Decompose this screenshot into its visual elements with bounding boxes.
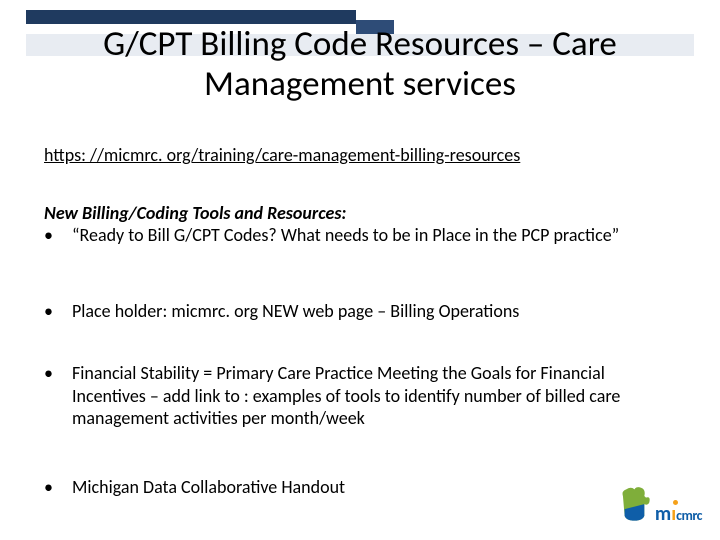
logo-letters-cmrc: cmrc [676, 507, 702, 524]
logo-i-dot [673, 500, 678, 505]
decor-bar-dark [26, 10, 356, 24]
michigan-mitten-icon [618, 484, 651, 526]
list-item: Michigan Data Collaborative Handout [44, 476, 674, 499]
section-heading: New Billing/Coding Tools and Resources: [44, 202, 684, 224]
list-item-text: “Ready to Bill G/CPT Codes? What needs t… [72, 224, 674, 247]
list-item: Place holder: micmrc. org NEW web page –… [44, 300, 674, 323]
list-item-text: Financial Stability = Primary Care Pract… [72, 362, 674, 430]
list-item-text: Michigan Data Collaborative Handout [72, 476, 674, 499]
logo-letter-i: ı [671, 502, 676, 526]
logo-text: m ı cmrc [655, 502, 702, 526]
resource-link[interactable]: https: //micmrc. org/training/care-manag… [44, 144, 684, 166]
logo-letter-m: m [655, 502, 671, 526]
slide: G/CPT Billing Code Resources – Care Mana… [0, 0, 720, 540]
logo-letter-i-wrap: ı [671, 502, 676, 526]
list-item: Financial Stability = Primary Care Pract… [44, 362, 674, 430]
list-item-text: Place holder: micmrc. org NEW web page –… [72, 300, 674, 323]
slide-title: G/CPT Billing Code Resources – Care Mana… [40, 24, 680, 105]
micmrc-logo: m ı cmrc [618, 468, 702, 526]
list-item: “Ready to Bill G/CPT Codes? What needs t… [44, 224, 674, 247]
